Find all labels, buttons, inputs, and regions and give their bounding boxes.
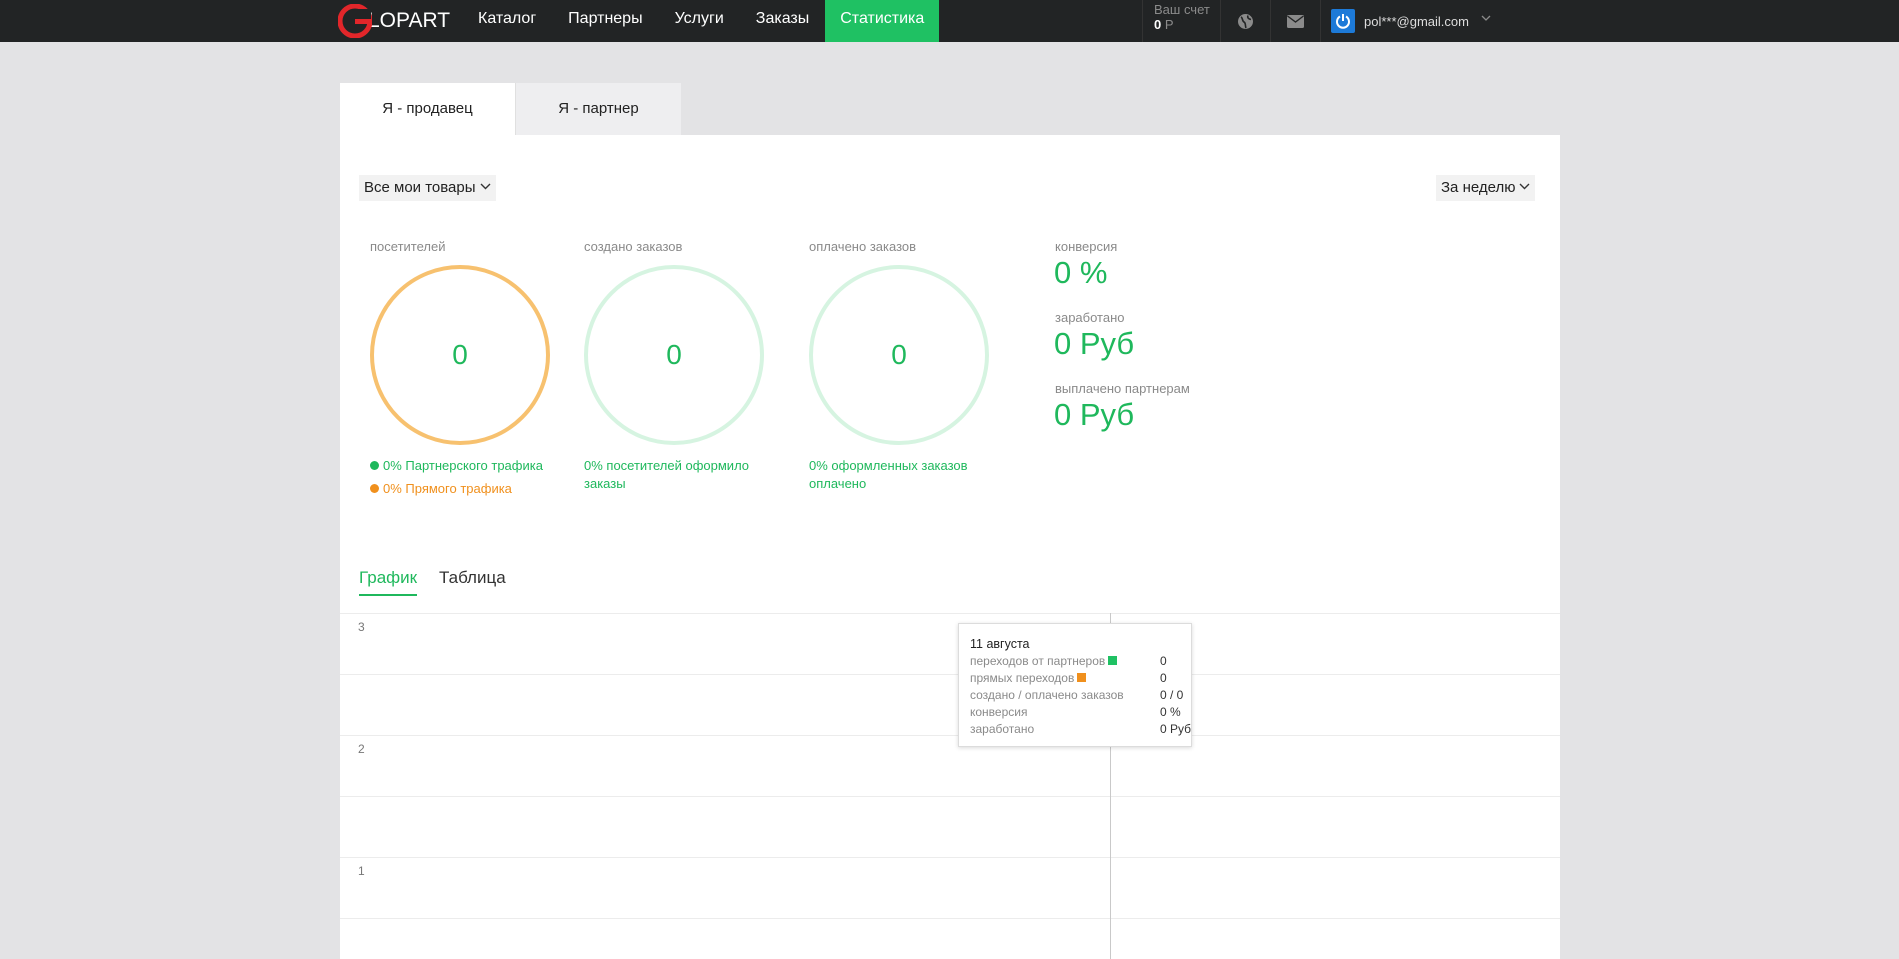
main-nav: Каталог Партнеры Услуги Заказы Статистик… [462, 0, 940, 42]
tooltip-row-label: прямых переходов [970, 671, 1075, 685]
conversion-value: 0 % [1054, 255, 1108, 290]
visitors-ring: 0 [370, 265, 550, 445]
user-menu[interactable]: pol***@gmail.com [1320, 0, 1491, 42]
tooltip-row: создано / оплачено заказов 0 / 0 [970, 687, 1191, 704]
orders-created-note: 0% посетителей оформило заказы [584, 458, 750, 491]
green-dot-icon [370, 461, 379, 470]
tooltip-row-value: 0 Руб [1160, 722, 1192, 736]
gridline [340, 674, 1560, 675]
tooltip-row: прямых переходов 0 [970, 670, 1191, 687]
paid-partners-value: 0 Руб [1054, 397, 1135, 432]
tooltip-row: переходов от партнеров 0 [970, 653, 1191, 670]
gridline [340, 796, 1560, 797]
orders-paid-ring: 0 [809, 265, 989, 445]
avatar [1331, 9, 1355, 33]
y-tick-label: 2 [358, 742, 365, 756]
chart-tooltip: 11 августа переходов от партнеров 0 прям… [958, 623, 1192, 747]
power-icon [1336, 14, 1350, 29]
partner-traffic-note: 0% Партнерского трафика [370, 457, 543, 475]
balance-currency: Р [1164, 17, 1174, 32]
products-select[interactable]: Все мои товары [359, 175, 496, 201]
tooltip-row-value: 0 [1160, 671, 1167, 685]
messages-button[interactable] [1270, 0, 1320, 42]
nav-services[interactable]: Услуги [659, 0, 740, 42]
direct-traffic-note: 0% Прямого трафика [370, 480, 512, 498]
green-square-icon [1108, 656, 1118, 665]
user-email: pol***@gmail.com [1364, 13, 1469, 29]
orders-created-ring: 0 [584, 265, 764, 445]
tooltip-row-value: 0 / 0 [1160, 688, 1184, 702]
globe-icon [1238, 13, 1253, 29]
chevron-down-icon [480, 183, 491, 190]
tooltip-row-label: конверсия [970, 705, 1028, 719]
account-label: Ваш счет [1154, 2, 1210, 17]
tooltip-row-value: 0 % [1160, 705, 1181, 719]
earned-value: 0 Руб [1054, 326, 1135, 361]
nav-statistics[interactable]: Статистика [825, 0, 940, 42]
balance-amount: 0 [1154, 17, 1162, 32]
y-tick-label: 1 [358, 864, 365, 878]
gridline [340, 918, 1560, 919]
logo-text: LOPART [368, 9, 451, 32]
language-button[interactable] [1220, 0, 1270, 42]
nav-partners[interactable]: Партнеры [552, 0, 658, 42]
orders-created-value: 0 [666, 339, 682, 370]
tooltip-row-label: создано / оплачено заказов [970, 688, 1124, 702]
tab-seller[interactable]: Я - продавец [340, 83, 515, 135]
envelope-icon [1287, 14, 1304, 28]
tab-partner[interactable]: Я - партнер [515, 83, 681, 135]
earned-label: заработано [1055, 310, 1125, 325]
tab-chart[interactable]: График [359, 568, 418, 596]
account-balance[interactable]: Ваш счет 0 Р [1142, 0, 1220, 42]
gridline [340, 735, 1560, 736]
orange-dot-icon [370, 484, 379, 493]
orders-paid-note: 0% оформленных заказов оплачено [809, 458, 968, 491]
tooltip-date: 11 августа [970, 637, 1030, 651]
orders-paid-label: оплачено заказов [809, 239, 917, 254]
period-select[interactable]: За неделю [1436, 175, 1536, 201]
tooltip-row-label: переходов от партнеров [970, 654, 1106, 668]
chevron-down-icon [1481, 15, 1491, 21]
paid-partners-label: выплачено партнерам [1055, 381, 1190, 396]
tooltip-row-label: заработано [970, 722, 1035, 736]
top-navbar: LOPART Каталог Партнеры Услуги Заказы Ст… [0, 0, 1899, 42]
period-select-value: За неделю [1441, 179, 1516, 196]
gridline [340, 857, 1560, 858]
logo-g-icon [338, 4, 372, 38]
tooltip-row: заработано 0 Руб [970, 721, 1191, 738]
conversion-label: конверсия [1055, 239, 1118, 254]
orange-square-icon [1077, 673, 1087, 682]
statistics-panel: Все мои товары За неделю посетителей 0 0… [340, 135, 1560, 959]
tooltip-row: конверсия 0 % [970, 704, 1191, 721]
chevron-down-icon [1519, 183, 1530, 190]
visitors-value: 0 [452, 339, 468, 370]
orders-created-label: создано заказов [584, 239, 683, 254]
gridline [340, 613, 1560, 614]
partner-traffic-text: 0% Партнерского трафика [383, 458, 543, 473]
glopart-logo[interactable]: LOPART [338, 2, 450, 40]
y-tick-label: 3 [358, 620, 365, 634]
orders-paid-value: 0 [891, 339, 907, 370]
nav-orders[interactable]: Заказы [740, 0, 825, 42]
tab-table[interactable]: Таблица [439, 568, 506, 594]
visitors-label: посетителей [370, 239, 446, 254]
account-value: 0 Р [1154, 17, 1220, 32]
direct-traffic-text: 0% Прямого трафика [383, 481, 512, 496]
products-select-value: Все мои товары [364, 179, 476, 196]
tooltip-row-value: 0 [1160, 654, 1167, 668]
nav-catalog[interactable]: Каталог [462, 0, 552, 42]
